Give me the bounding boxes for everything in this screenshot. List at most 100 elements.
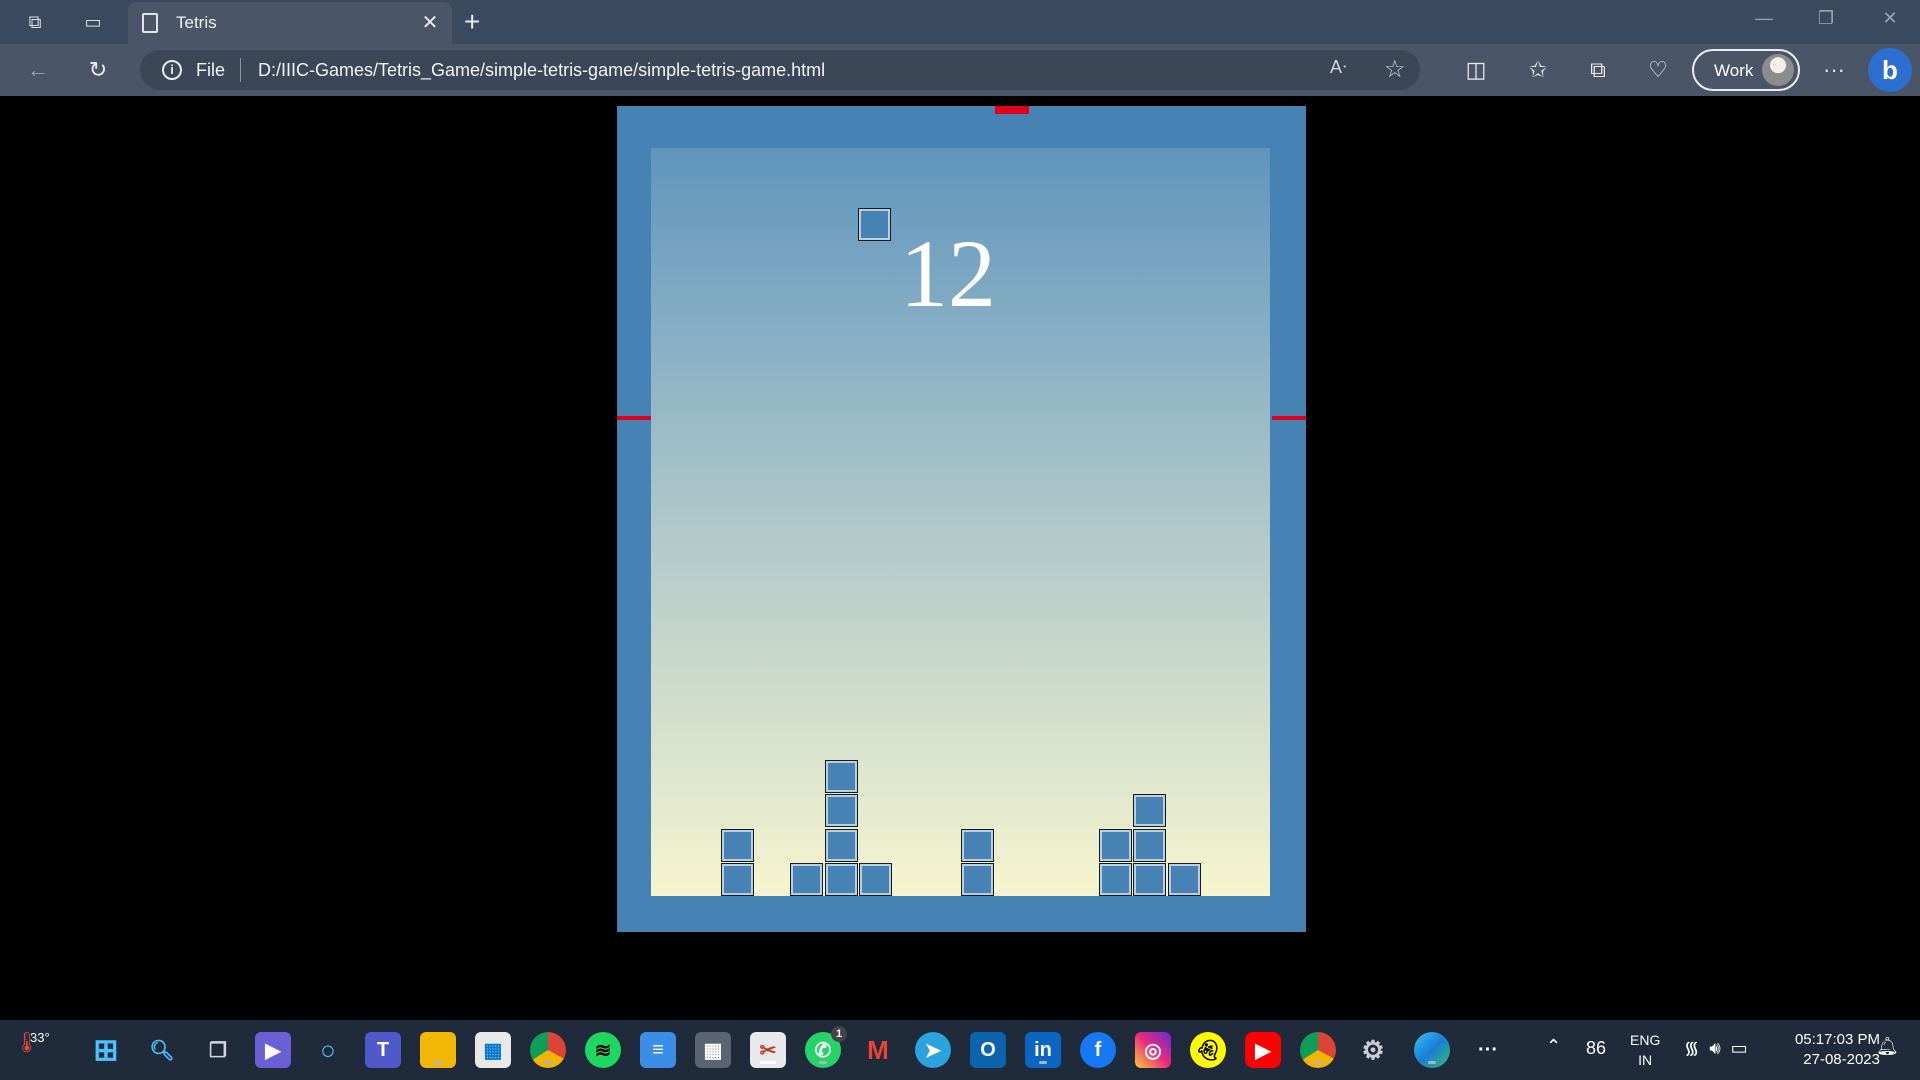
stacked-block [1099,863,1132,896]
back-icon[interactable]: ← [24,56,52,84]
stacked-block [721,829,754,862]
language-line1: ENG [1630,1032,1661,1048]
whatsapp-icon[interactable]: ✆ 1 [805,1026,847,1068]
stacked-block [825,794,858,827]
system-tray[interactable]: ᯾🔊︎▭ [1684,1036,1758,1060]
tab-title: Tetris [176,13,217,32]
file-explorer-icon[interactable] [420,1032,456,1068]
store-icon[interactable]: ▦ [475,1032,511,1068]
minimize-icon[interactable]: — [1744,8,1784,29]
split-screen-icon[interactable]: ◫ [1462,56,1490,84]
running-indicator [1314,1061,1322,1064]
top-marker [995,106,1029,114]
document-icon [142,13,158,33]
gmail-icon[interactable]: M [860,1032,896,1068]
score-display: 12 [900,220,996,327]
facebook-icon[interactable]: f [1080,1032,1116,1068]
clock-date: 27-08-2023 [1803,1051,1880,1068]
address-protocol: File [196,60,226,80]
outlook-icon[interactable]: O [970,1032,1006,1068]
chrome-icon[interactable] [530,1032,566,1068]
notification-badge: 1 [831,1026,847,1042]
tab-actions-icon[interactable]: ▭ [78,8,108,36]
running-indicator [544,1061,552,1064]
instagram-icon[interactable]: ◎ [1135,1032,1171,1068]
url-text[interactable]: D:/IIIC-Games/Tetris_Game/simple-tetris-… [258,60,825,81]
stacked-block [961,863,994,896]
settings-icon[interactable]: ⚙ [1355,1032,1391,1068]
profile-label: Work [1714,61,1754,80]
stacked-block [1133,794,1166,827]
running-indicator [1039,1061,1047,1064]
calculator-icon[interactable]: ▦ [695,1032,731,1068]
telegram-icon[interactable]: ➤ [915,1032,951,1068]
language-indicator[interactable]: ENG IN [1630,1030,1660,1070]
address-divider [240,58,241,82]
clock-time: 05:17:03 PM [1794,1031,1880,1048]
stacked-block [1133,829,1166,862]
taskbar: 🌡 33° ⊞ 🔍︎ ❐ ▶ ○ T ▦ ≋ ≡ ▦ ✂ ✆ 1 M ➤ O in… [0,1020,1920,1080]
info-icon[interactable]: i [162,60,182,80]
more-menu-icon[interactable]: ··· [1820,56,1848,84]
stacked-block [825,760,858,793]
cortana-icon[interactable]: ○ [310,1032,346,1068]
falling-block [858,208,891,241]
notification-bell-icon[interactable]: 🔔︎ [1876,1036,1899,1057]
tray-number[interactable]: 86 [1586,1038,1606,1059]
stacked-block [790,863,823,896]
collections-icon[interactable]: ⧉ [1584,56,1612,84]
avatar [1762,54,1794,86]
workspaces-icon[interactable]: ⧉ [20,8,50,36]
chat-icon[interactable]: ▶ [255,1032,291,1068]
search-icon[interactable]: 🔍︎ [144,1032,180,1068]
stacked-block [961,829,994,862]
stacked-block [1099,829,1132,862]
battery-icon[interactable]: ▭ [1731,1038,1758,1058]
tab-tetris[interactable]: Tetris ✕ [128,2,452,44]
stacked-block [859,863,892,896]
teams-icon[interactable]: T [365,1032,401,1068]
snipping-tool-icon[interactable]: ✂ [750,1032,786,1068]
bing-copilot-icon[interactable]: b [1868,48,1912,92]
running-indicator [1428,1061,1436,1064]
edge-icon[interactable] [1414,1032,1450,1068]
notepad-icon[interactable]: ≡ [640,1032,676,1068]
volume-icon[interactable]: 🔊︎ [1709,1038,1730,1058]
weather-temp: 33° [30,1030,50,1045]
clock[interactable]: 05:17:03 PM 27-08-2023 [1780,1030,1880,1070]
refresh-icon[interactable]: ↻ [84,56,112,84]
new-tab-icon[interactable]: + [464,6,480,38]
chrome-profile-icon[interactable] [1300,1032,1336,1068]
running-indicator [434,1061,442,1064]
right-marker [1272,416,1306,420]
title-bar: ⧉ ▭ Tetris ✕ + — ❐ ✕ [0,0,1920,44]
show-hidden-icons-chevron-up-icon[interactable]: ⌃ [1546,1036,1561,1057]
close-tab-icon[interactable]: ✕ [418,10,442,35]
favorites-icon[interactable]: ✩ [1524,56,1552,84]
stacked-block [1133,863,1166,896]
close-window-icon[interactable]: ✕ [1870,8,1910,29]
start-icon[interactable]: ⊞ [88,1032,124,1068]
language-line2: IN [1638,1052,1653,1068]
running-indicator [819,1061,827,1064]
profile-button[interactable]: Work [1692,49,1800,91]
stacked-block [825,829,858,862]
stacked-block [825,863,858,896]
task-view-icon[interactable]: ❐ [200,1032,236,1068]
more-icon[interactable]: ··· [1470,1032,1506,1068]
restore-icon[interactable]: ❐ [1806,8,1846,29]
stacked-block [721,863,754,896]
stacked-block [1168,863,1201,896]
wifi-icon[interactable]: ᯾ [1684,1038,1709,1058]
snapchat-icon[interactable]: 👻︎ [1190,1032,1226,1068]
read-aloud-icon[interactable]: Aᐧ [1330,57,1347,78]
browser-essentials-icon[interactable]: ♡ [1644,56,1672,84]
favorite-star-icon[interactable]: ☆ [1384,55,1406,84]
active-indicator [760,1061,776,1064]
weather-widget[interactable]: 🌡 33° [14,1030,50,1055]
address-bar[interactable]: i File D:/IIIC-Games/Tetris_Game/simple-… [140,50,1420,90]
linkedin-icon[interactable]: in [1025,1032,1061,1068]
spotify-icon[interactable]: ≋ [585,1032,621,1068]
left-marker [617,416,651,420]
youtube-icon[interactable]: ▶ [1245,1032,1281,1068]
